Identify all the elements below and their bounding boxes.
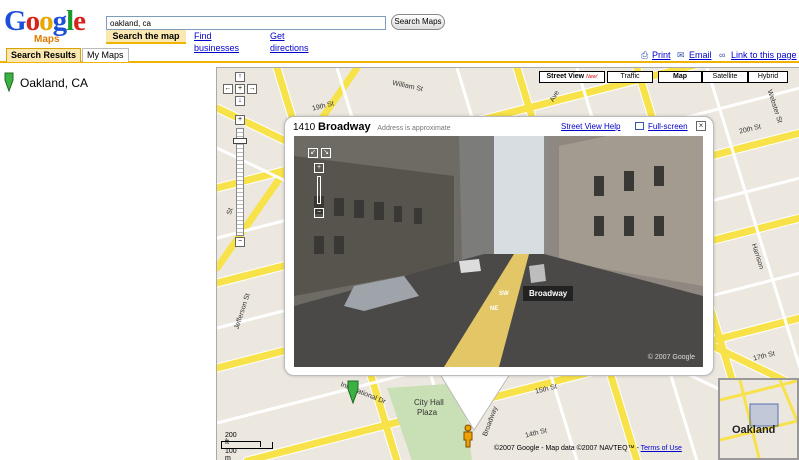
zoom-slider-track[interactable] [236, 128, 244, 236]
print-link[interactable]: Print [652, 50, 671, 60]
logo-wordmark: Google [4, 5, 86, 37]
address-approximate-note: Address is approximate [377, 125, 451, 132]
pan-down-icon[interactable]: ↓ [235, 96, 245, 106]
sv-rotate-left-icon[interactable]: ↙ [308, 148, 318, 158]
email-icon[interactable]: ✉ [677, 50, 685, 61]
street-view-button[interactable]: Street View New! [539, 71, 605, 83]
map-type-map-button[interactable]: Map [658, 71, 702, 83]
search-maps-button[interactable]: Search Maps [391, 14, 445, 30]
sv-street-label: Broadway [523, 286, 574, 301]
result-title[interactable]: Oakland, CA [20, 76, 88, 90]
search-input[interactable] [106, 16, 386, 30]
link-icon[interactable]: ∞ [719, 50, 725, 60]
map-copyright: ©2007 Google - Map data ©2007 NAVTEQ™ - … [494, 445, 682, 452]
city-hall-plaza-park [387, 383, 472, 460]
pan-up-icon[interactable]: ↑ [235, 72, 245, 82]
fullscreen-icon[interactable] [635, 122, 644, 130]
traffic-button[interactable]: Traffic [607, 71, 653, 83]
new-badge: New! [586, 74, 598, 80]
zoom-in-icon[interactable]: + [235, 115, 245, 125]
google-maps-logo[interactable]: Google Maps [4, 6, 100, 46]
address-street: Broadway [318, 121, 371, 133]
tab-search-the-map[interactable]: Search the map [106, 30, 186, 44]
sv-zoom-in-icon[interactable]: + [314, 163, 324, 173]
logo-subtitle: Maps [34, 34, 60, 45]
close-icon[interactable]: × [696, 121, 706, 131]
scale-m: 100 m [225, 448, 237, 460]
link-to-this-page[interactable]: Link to this page [731, 50, 797, 60]
infowindow-address: 1410 Broadway Address is approximate [293, 121, 451, 133]
pan-center-icon[interactable]: + [235, 84, 245, 94]
map-type-satellite-button[interactable]: Satellite [702, 71, 748, 83]
copyright-text: ©2007 Google - Map data ©2007 NAVTEQ™ - [494, 445, 641, 452]
map-label-city-hall: City Hall [414, 398, 444, 407]
zoom-slider-thumb[interactable] [233, 138, 247, 144]
google-maps-window: Google Maps Search Maps Search the map F… [0, 0, 799, 460]
zoom-out-icon[interactable]: − [235, 237, 245, 247]
overview-label: Oakland [732, 424, 776, 436]
street-view-label: Street View [546, 73, 585, 80]
location-marker-icon[interactable] [346, 380, 360, 404]
overview-roads [720, 380, 797, 458]
street-view-image [294, 136, 703, 367]
street-view-help-link[interactable]: Street View Help [561, 122, 620, 131]
map-type-hybrid-button[interactable]: Hybrid [748, 71, 788, 83]
sv-direction-ne[interactable]: NE [490, 306, 498, 312]
pan-right-icon[interactable]: → [247, 84, 257, 94]
pegman-icon[interactable] [461, 424, 475, 448]
sv-zoom-slider-track[interactable] [317, 176, 321, 204]
street-view-infowindow: 1410 Broadway Address is approximate Str… [284, 116, 714, 376]
sv-copyright: © 2007 Google [647, 354, 695, 361]
sv-direction-sw[interactable]: SW [499, 291, 509, 297]
address-number: 1410 [293, 122, 316, 133]
fullscreen-link[interactable]: Full-screen [648, 122, 688, 131]
overview-map[interactable]: Oakland [718, 378, 799, 460]
result-marker-icon[interactable] [3, 72, 15, 92]
street-view-panorama[interactable]: ↙ ↘ + − SW NE Broadway © 2007 Google [294, 136, 703, 367]
email-link[interactable]: Email [689, 50, 712, 60]
tab-my-maps[interactable]: My Maps [82, 48, 129, 62]
map-label-plaza: Plaza [417, 408, 438, 417]
sv-rotate-right-icon[interactable]: ↘ [321, 148, 331, 158]
print-icon[interactable]: ⎙ [641, 50, 648, 61]
sv-zoom-out-icon[interactable]: − [314, 208, 324, 218]
tab-search-results[interactable]: Search Results [6, 48, 82, 62]
terms-of-use-link[interactable]: Terms of Use [641, 445, 682, 452]
pan-left-icon[interactable]: ← [223, 84, 233, 94]
